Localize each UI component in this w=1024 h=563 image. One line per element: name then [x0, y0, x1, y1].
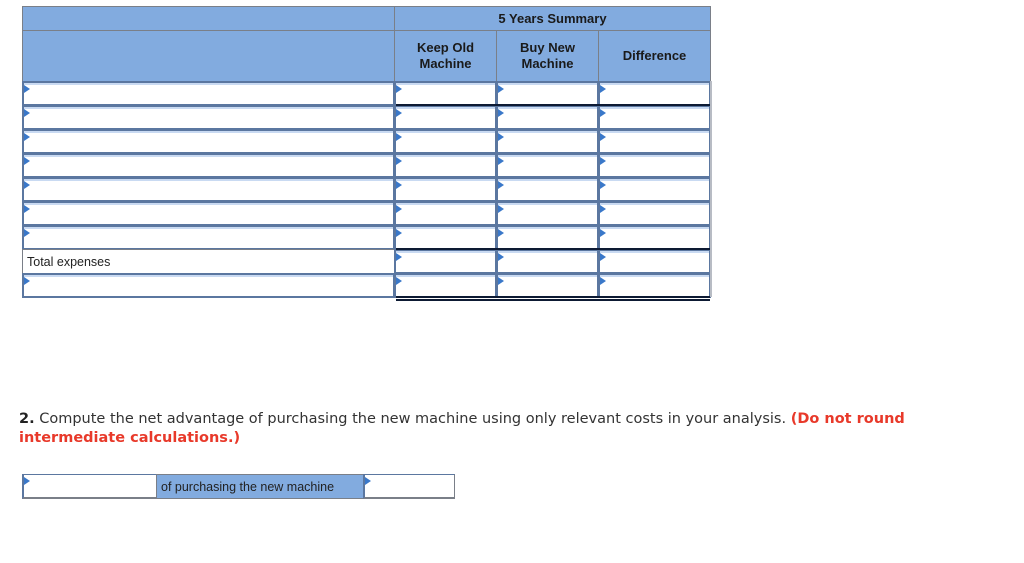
header-blank-top	[22, 6, 395, 31]
row-label-select[interactable]	[22, 129, 395, 154]
keep-old-input[interactable]	[396, 251, 495, 272]
row-label-input[interactable]	[24, 203, 393, 224]
buy-new-input-cell[interactable]	[496, 177, 599, 202]
column-header-difference: Difference	[598, 30, 711, 82]
difference-input[interactable]	[600, 275, 709, 296]
double-underline-top	[396, 296, 710, 298]
keep-old-input[interactable]	[396, 131, 495, 152]
row-label-select[interactable]	[22, 225, 395, 250]
column-header-keep-old-machine: Keep Old Machine	[394, 30, 497, 82]
difference-input-cell[interactable]	[598, 273, 711, 298]
difference-input-cell[interactable]	[598, 105, 711, 130]
difference-input-cell[interactable]	[598, 201, 711, 226]
keep-old-input-cell[interactable]	[394, 201, 497, 226]
row-label-input[interactable]	[24, 155, 393, 176]
column-header-buy-new-machine: Buy New Machine	[496, 30, 599, 82]
row-label-input[interactable]	[24, 83, 393, 104]
net-advantage-type-input[interactable]	[24, 475, 156, 497]
difference-input-cell[interactable]	[598, 129, 711, 154]
question-number: 2.	[19, 411, 35, 427]
buy-new-input-cell[interactable]	[496, 249, 599, 274]
keep-old-input[interactable]	[396, 155, 495, 176]
question-2-text: 2. Compute the net advantage of purchasi…	[19, 410, 1009, 448]
keep-old-input[interactable]	[396, 275, 495, 296]
buy-new-input[interactable]	[498, 131, 597, 152]
difference-input[interactable]	[600, 107, 709, 128]
row-label-input[interactable]	[24, 131, 393, 152]
keep-old-input[interactable]	[396, 83, 495, 104]
net-advantage-type-select[interactable]	[22, 474, 157, 499]
difference-input-cell[interactable]	[598, 153, 711, 178]
keep-old-input[interactable]	[396, 107, 495, 128]
keep-old-input[interactable]	[396, 179, 495, 200]
difference-input[interactable]	[600, 203, 709, 224]
buy-new-input[interactable]	[498, 251, 597, 272]
buy-new-input-cell[interactable]	[496, 201, 599, 226]
row-label-select[interactable]	[22, 105, 395, 130]
row-label-input[interactable]	[24, 275, 393, 296]
buy-new-input[interactable]	[498, 203, 597, 224]
net-advantage-amount-input[interactable]	[365, 475, 454, 497]
row-label: Total expenses	[22, 249, 395, 274]
difference-input[interactable]	[600, 251, 709, 272]
double-underline-bottom	[396, 299, 710, 301]
keep-old-input-cell[interactable]	[394, 81, 497, 106]
row-label-select[interactable]	[22, 201, 395, 226]
keep-old-input-cell[interactable]	[394, 129, 497, 154]
row-label-input[interactable]	[24, 179, 393, 200]
keep-old-input-cell[interactable]	[394, 177, 497, 202]
keep-old-input-cell[interactable]	[394, 225, 497, 250]
buy-new-input[interactable]	[498, 107, 597, 128]
buy-new-input[interactable]	[498, 179, 597, 200]
buy-new-input-cell[interactable]	[496, 81, 599, 106]
difference-input-cell[interactable]	[598, 225, 711, 250]
buy-new-input[interactable]	[498, 275, 597, 296]
difference-input[interactable]	[600, 155, 709, 176]
difference-input[interactable]	[600, 131, 709, 152]
difference-input-cell[interactable]	[598, 177, 711, 202]
difference-input[interactable]	[600, 83, 709, 104]
difference-input[interactable]	[600, 179, 709, 200]
buy-new-input-cell[interactable]	[496, 225, 599, 250]
subtotal-separator-line	[396, 104, 710, 106]
row-label-select[interactable]	[22, 177, 395, 202]
row-label-select[interactable]	[22, 153, 395, 178]
buy-new-input[interactable]	[498, 83, 597, 104]
total-separator-line	[396, 248, 710, 250]
buy-new-input[interactable]	[498, 155, 597, 176]
keep-old-input-cell[interactable]	[394, 105, 497, 130]
keep-old-input-cell[interactable]	[394, 273, 497, 298]
table-right-border	[710, 81, 712, 297]
buy-new-input-cell[interactable]	[496, 105, 599, 130]
buy-new-input-cell[interactable]	[496, 153, 599, 178]
buy-new-input-cell[interactable]	[496, 273, 599, 298]
net-advantage-amount-field[interactable]	[363, 474, 455, 499]
difference-input[interactable]	[600, 227, 709, 248]
row-label-input[interactable]	[24, 107, 393, 128]
buy-new-input-cell[interactable]	[496, 129, 599, 154]
keep-old-input[interactable]	[396, 227, 495, 248]
column-header-label	[22, 30, 395, 82]
row-label-select[interactable]	[22, 81, 395, 106]
buy-new-input[interactable]	[498, 227, 597, 248]
keep-old-input-cell[interactable]	[394, 249, 497, 274]
row-label-select[interactable]	[22, 273, 395, 298]
question-body: Compute the net advantage of purchasing …	[34, 411, 791, 427]
net-advantage-label: of purchasing the new machine	[156, 474, 364, 499]
difference-input-cell[interactable]	[598, 81, 711, 106]
row-label-input[interactable]	[24, 227, 393, 248]
keep-old-input-cell[interactable]	[394, 153, 497, 178]
keep-old-input[interactable]	[396, 203, 495, 224]
group-header-5-years-summary: 5 Years Summary	[394, 6, 711, 31]
difference-input-cell[interactable]	[598, 249, 711, 274]
